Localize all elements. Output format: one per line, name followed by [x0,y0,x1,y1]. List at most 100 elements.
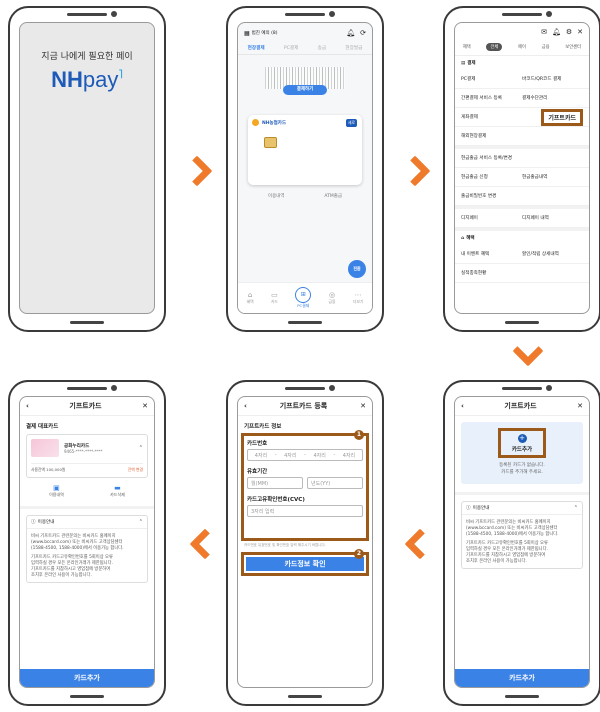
coin-icon: ◎ [328,291,336,299]
confirm-button-highlight: 2 카드정보 확인 [241,549,369,576]
close-icon[interactable]: ✕ [577,402,583,410]
add-card-button[interactable]: 카드추가 [455,669,589,687]
nhpay-logo: NHpay˥ [51,67,123,92]
section-payment: 결제 [467,61,476,66]
bell-icon[interactable]: 🔔︎ [346,29,355,37]
nav-finance-label: 금융 [328,299,336,304]
card-history-link[interactable]: 이용내역 [268,193,285,199]
chevron-up-icon[interactable]: ⌃ [574,505,578,511]
add-card-button-label: 카드추가 [74,674,100,682]
back-icon[interactable]: ‹ [26,402,29,410]
registered-card[interactable]: 공화누리카드 9465-****-****-**** ⌃ 사용잔액 100,00… [26,434,148,478]
menu-item[interactable]: 현금출금 신청 [461,174,522,180]
tab-all[interactable]: 전체 [486,43,503,51]
close-icon[interactable]: ✕ [360,402,366,410]
confirm-card-button[interactable]: 카드정보 확인 [246,557,364,571]
phone-notch [285,13,325,16]
menu-item[interactable]: 결제수단관리 [522,95,583,101]
phone-notch [502,13,542,16]
menu-item-giftcard[interactable]: 기프트카드 [541,108,583,126]
phone-splash: 지금 나에게 필요한 페이 NHpay˥ [8,6,166,332]
divider [455,492,589,495]
menu-item[interactable]: 바코드/QR코드 결제 [522,76,583,82]
phone-camera [111,11,117,17]
menu-row: 내 이벤트 혜택 할인/적립 상세내역 [455,245,589,264]
menu-item[interactable]: 내 이벤트 혜택 [461,251,522,257]
menu-item[interactable]: 실적충족현황 [461,270,522,276]
expiry-year-field[interactable]: 년도(YY) [307,477,363,489]
pay-button[interactable]: 결제하기 [283,85,327,95]
expiry-year-placeholder: 년도(YY) [311,480,331,487]
notice-line: (1588-4500, 1588-4000)에서 이용가능 합니다. [31,546,124,552]
chevron-up-icon[interactable]: ⌃ [139,519,143,525]
phone-giftcard-registered: ‹ 기프트카드 ✕ 결제 대표카드 공화누리카드 9465-****-****-… [8,380,166,706]
menu-item[interactable]: 간편결제 서비스 등록 [461,95,522,101]
nav-benefit[interactable]: ⌂ 혜택 [247,291,254,305]
expiry-month-field[interactable]: 월(MM) [247,477,303,489]
cvc-field[interactable]: 3자리 입력 [247,505,363,517]
menu-item[interactable]: 출금비밀번호 변경 [461,193,522,199]
menu-item[interactable]: 현금출금 서비스 등록/변경 [461,155,522,161]
card-number-part-3: 4자리 [313,452,326,459]
tab-finance[interactable]: 금융 [542,44,550,50]
bell-icon[interactable]: 🔔︎ [552,28,561,36]
nh-card[interactable]: NH농협카드 세로 이용내역 ATM출금 [248,115,362,199]
page-title: 기프트카드 [504,402,537,410]
mail-icon[interactable]: ✉ [541,28,547,36]
menu-item[interactable]: 할인/적립 상세내역 [522,251,583,257]
section-title: 결제 대표카드 [26,424,59,430]
menu-item[interactable]: 디지페이 내역 [522,215,583,221]
back-icon[interactable]: ‹ [461,402,464,410]
close-icon[interactable]: ✕ [142,402,148,410]
nav-more[interactable]: ⋯ 더보기 [353,291,363,305]
tab-pay[interactable]: 페이 [518,44,526,50]
card-number-field[interactable]: 4자리 - 4자리 - 4자리 - 4자리 [247,449,363,461]
phone-home-bar [505,321,539,324]
switch-button[interactable]: 전환 [348,260,366,278]
pay-circle-icon: ⊞ [295,287,312,303]
tab-security[interactable]: 보안센터 [565,44,581,50]
menu-item[interactable]: 디지페이 [461,215,522,221]
back-icon[interactable]: ‹ [244,402,247,410]
tab-onsite-issue[interactable]: 현장발급 [345,45,362,51]
tab-transfer[interactable]: 송금 [318,45,326,51]
giftcard-registered-screen: ‹ 기프트카드 ✕ 결제 대표카드 공화누리카드 9465-****-****-… [19,396,155,688]
card-history-action[interactable]: ▣ 이용내역 [49,484,64,498]
card-delete-action[interactable]: ▬ 카드삭제 [110,484,125,498]
card-number-part-1: 4자리 [254,452,268,459]
arrow-right-icon [399,155,431,187]
info-icon: ⓘ [31,520,36,525]
nav-pc-pay[interactable]: ⊞ PC결제 [295,287,312,309]
giftcard-empty-screen: ‹ 기프트카드 ✕ + 카드추가 등록된 카드가 없습니다. 카드를 추가해 주… [454,396,590,688]
menu-row: 현금출금 서비스 등록/변경 [455,149,589,168]
menu-row: 간편결제 서비스 등록 결제수단관리 [455,89,589,108]
notice-line: 조치후 온라인 사용이 가능합니다. [31,573,92,579]
add-card-tile[interactable]: + 카드추가 [498,428,546,458]
card-number: 9465-****-****-**** [64,448,103,454]
balance-change-link[interactable]: 잔액 변경 [128,467,143,473]
section-benefit: 혜택 [466,236,475,241]
phone-giftcard-empty: ‹ 기프트카드 ✕ + 카드추가 등록된 카드가 없습니다. 카드를 추가해 주… [443,380,600,706]
menu-item[interactable]: 해외현장결제 [461,133,522,139]
close-icon[interactable]: ✕ [577,28,583,36]
tab-benefit[interactable]: 혜택 [463,44,471,50]
tab-pc-pay[interactable]: PC결제 [284,45,298,51]
menu-item[interactable]: 현금출금내역 [522,174,583,180]
refresh-icon[interactable]: ⟳ [360,29,366,37]
full-menu-screen: ✉ 🔔︎ ⚙ ✕ 혜택 전체 페이 금융 보안센터 ▤ 결제 PC결제 바코드/QR… [454,22,590,314]
add-card-button[interactable]: 카드추가 [20,669,154,687]
card-number-label: 카드번호 [247,441,268,447]
nav-card[interactable]: ▭ 카드 [271,291,278,305]
menu-item[interactable]: 게좌결제 [461,114,522,120]
card-atm-link[interactable]: ATM출금 [324,193,342,199]
nav-more-label: 더보기 [352,299,364,304]
phone-camera [111,385,117,391]
menu-row: 현금출금 신청 현금출금내역 [455,168,589,187]
gear-icon[interactable]: ⚙ [566,28,572,36]
chevron-up-icon[interactable]: ⌃ [139,445,143,451]
card-chip-icon [264,137,277,148]
cvc-label: 카드고유확인번호(CVC) [247,497,305,503]
menu-item[interactable]: PC결제 [461,76,522,82]
tab-onsite-pay[interactable]: 현장결제 [248,45,265,51]
nav-finance[interactable]: ◎ 금융 [329,291,336,305]
